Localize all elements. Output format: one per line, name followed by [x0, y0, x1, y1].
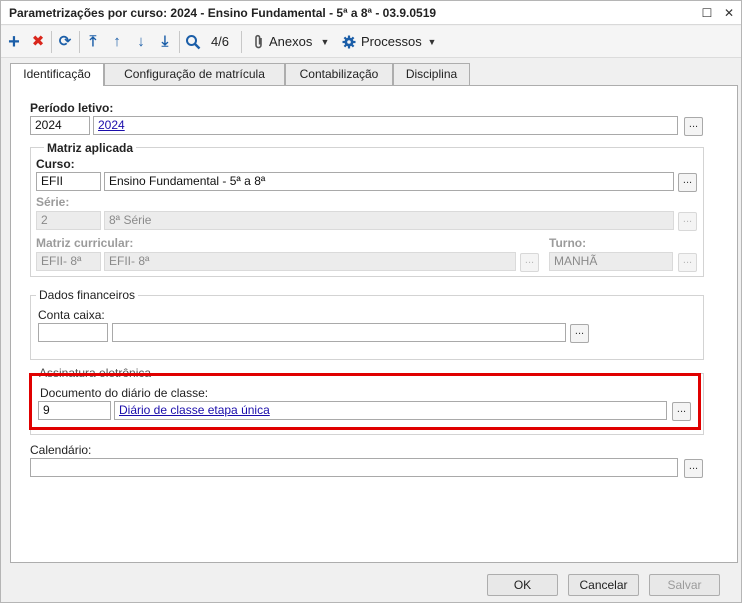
gear-icon[interactable]: [341, 31, 357, 53]
documento-diario-lookup-button[interactable]: ...: [672, 402, 691, 421]
record-position: 4/6: [210, 34, 230, 49]
attachments-button[interactable]: Anexos: [269, 31, 315, 53]
dialog-window: Parametrizações por curso: 2024 - Ensino…: [0, 0, 742, 603]
curso-description-field[interactable]: Ensino Fundamental - 5ª a 8ª: [104, 172, 674, 191]
matriz-curricular-description-field: EFII- 8ª: [104, 252, 516, 271]
refresh-icon[interactable]: ⟳: [56, 31, 74, 53]
calendario-label: Calendário:: [30, 443, 92, 457]
last-record-icon[interactable]: ⤓: [156, 31, 174, 53]
chevron-down-icon[interactable]: ▼: [426, 31, 438, 53]
turno-lookup-button: ...: [678, 253, 697, 272]
tab-identificacao[interactable]: Identificação: [10, 63, 104, 86]
calendario-lookup-button[interactable]: ...: [684, 459, 703, 478]
documento-diario-code-field[interactable]: 9: [38, 401, 111, 420]
turno-field: MANHÃ: [549, 252, 673, 271]
serie-label: Série:: [36, 195, 70, 209]
first-record-icon[interactable]: ⤒: [84, 31, 102, 53]
cancel-button[interactable]: Cancelar: [568, 574, 639, 596]
window-title: Parametrizações por curso: 2024 - Ensino…: [9, 6, 437, 20]
add-icon[interactable]: +: [5, 31, 23, 53]
search-icon[interactable]: [183, 31, 203, 53]
matriz-curricular-lookup-button: ...: [520, 253, 539, 272]
periodo-description-link[interactable]: 2024: [98, 118, 125, 132]
periodo-lookup-button[interactable]: ...: [684, 117, 703, 136]
curso-code-field[interactable]: EFII: [36, 172, 101, 191]
serie-code-field: 2: [36, 211, 101, 230]
periodo-label: Período letivo:: [30, 101, 114, 115]
matriz-curricular-code-field: EFII- 8ª: [36, 252, 101, 271]
serie-lookup-button: ...: [678, 212, 697, 231]
matriz-curricular-label: Matriz curricular:: [36, 236, 134, 250]
close-icon[interactable]: ✕: [721, 5, 737, 21]
periodo-code-field[interactable]: 2024: [30, 116, 90, 135]
toolbar-separator: [179, 31, 180, 53]
dados-financeiros-title: Dados financeiros: [36, 288, 139, 302]
conta-caixa-label: Conta caixa:: [38, 308, 105, 322]
delete-icon[interactable]: ✖: [29, 31, 47, 53]
curso-label: Curso:: [36, 157, 75, 171]
toolbar-separator: [51, 31, 52, 53]
calendario-field[interactable]: [30, 458, 678, 477]
tab-panel-identificacao: Período letivo: 2024 2024 ... Matriz apl…: [10, 85, 738, 563]
toolbar: + ✖ ⟳ ⤒ ↑ ↓ ⤓ 4/6 Anexos ▼ Processos ▼: [1, 26, 741, 58]
conta-caixa-description-field[interactable]: [112, 323, 566, 342]
ok-button[interactable]: OK: [487, 574, 558, 596]
previous-record-icon[interactable]: ↑: [108, 31, 126, 53]
conta-caixa-code-field[interactable]: [38, 323, 108, 342]
save-button: Salvar: [649, 574, 720, 596]
matriz-aplicada-title: Matriz aplicada: [44, 141, 137, 155]
restore-icon[interactable]: ☐: [699, 5, 715, 21]
tab-contabilizacao[interactable]: Contabilização: [285, 63, 393, 85]
documento-diario-description-field[interactable]: Diário de classe etapa única: [114, 401, 667, 420]
next-record-icon[interactable]: ↓: [132, 31, 150, 53]
documento-diario-link[interactable]: Diário de classe etapa única: [119, 403, 270, 417]
conta-caixa-lookup-button[interactable]: ...: [570, 324, 589, 343]
tab-configuracao-matricula[interactable]: Configuração de matrícula: [104, 63, 285, 85]
tab-disciplina[interactable]: Disciplina: [393, 63, 470, 85]
toolbar-separator: [79, 31, 80, 53]
paperclip-icon[interactable]: [251, 31, 267, 53]
tab-container: Identificação Configuração de matrícula …: [10, 63, 738, 563]
toolbar-separator: [241, 31, 242, 53]
processes-button[interactable]: Processos: [361, 31, 423, 53]
curso-lookup-button[interactable]: ...: [678, 173, 697, 192]
title-bar: Parametrizações por curso: 2024 - Ensino…: [1, 1, 741, 25]
chevron-down-icon[interactable]: ▼: [319, 31, 331, 53]
periodo-description-field[interactable]: 2024: [93, 116, 678, 135]
documento-diario-label: Documento do diário de classe:: [40, 386, 209, 400]
turno-label: Turno:: [549, 236, 587, 250]
serie-description-field: 8ª Série: [104, 211, 674, 230]
